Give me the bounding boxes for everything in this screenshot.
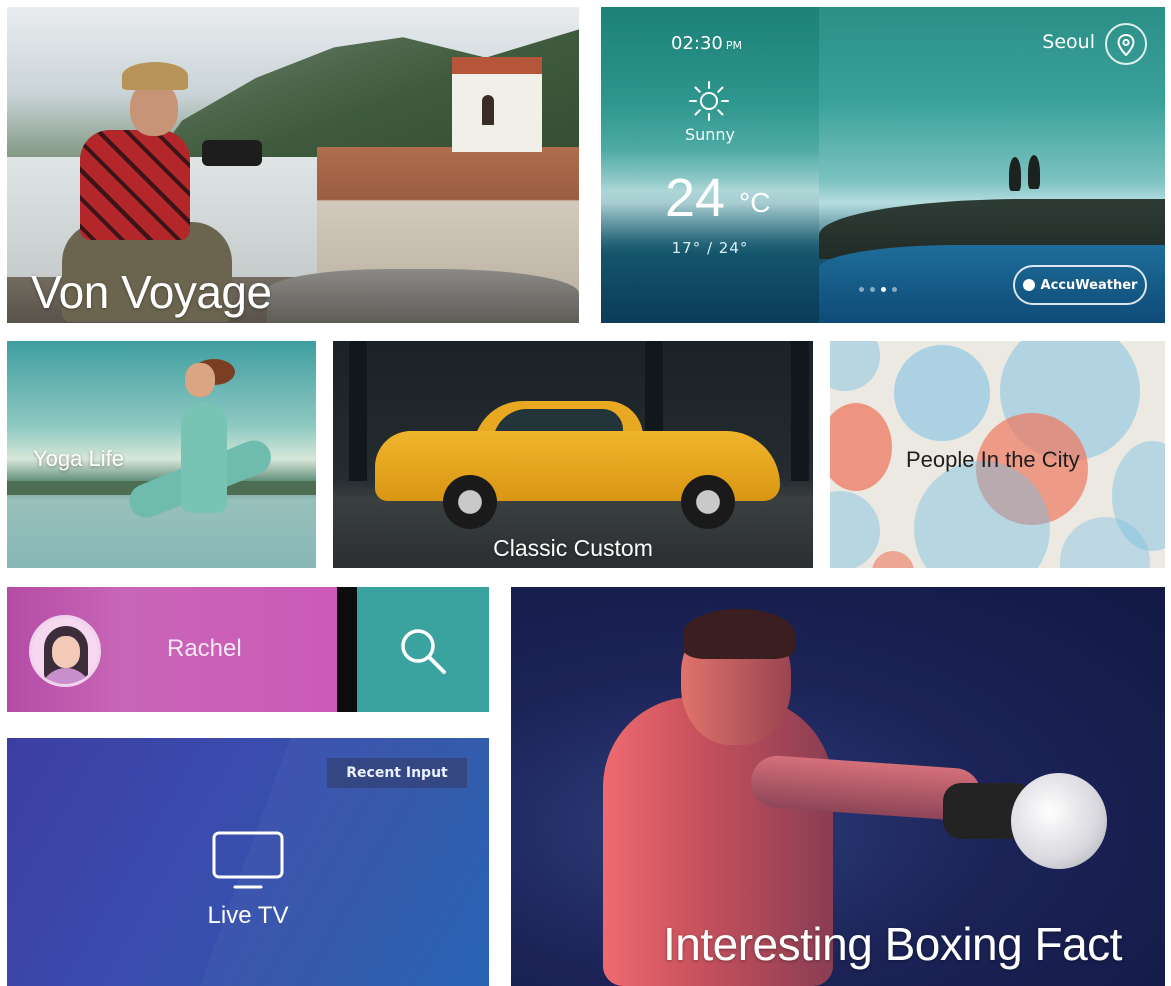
watercolor-circle bbox=[830, 403, 892, 491]
watercolor-circle bbox=[830, 341, 880, 391]
tile-title: Yoga Life bbox=[33, 446, 124, 471]
tile-title: Von Voyage bbox=[31, 266, 272, 318]
tile-title: People In the City bbox=[906, 447, 1080, 472]
tv-icon bbox=[212, 831, 284, 889]
page-dot[interactable] bbox=[859, 287, 864, 292]
pillar-backdrop bbox=[349, 341, 367, 481]
tile-title: Interesting Boxing Fact bbox=[663, 918, 1122, 970]
page-dot[interactable] bbox=[892, 287, 897, 292]
live-tv-tile[interactable]: Recent Input Live TV bbox=[7, 738, 489, 986]
sun-icon bbox=[689, 81, 729, 121]
search-icon bbox=[401, 629, 446, 674]
watercolor-circle bbox=[830, 491, 880, 568]
tile-classic-custom[interactable]: Classic Custom bbox=[333, 341, 813, 568]
temperature-unit: °C bbox=[739, 187, 771, 218]
watercolor-circle bbox=[894, 345, 990, 441]
boxing-glove bbox=[1011, 773, 1107, 869]
recent-input-badge: Recent Input bbox=[327, 758, 467, 788]
weather-widget[interactable]: 02:30 PM Sunny 24 °C 17° / 24° Seoul Accu… bbox=[601, 7, 1165, 323]
page-indicator[interactable] bbox=[859, 287, 897, 292]
page-dot[interactable] bbox=[870, 287, 875, 292]
tile-yoga-life[interactable]: Yoga Life bbox=[7, 341, 316, 568]
location-button[interactable] bbox=[1105, 23, 1147, 65]
temperature-value: 24 bbox=[665, 168, 726, 228]
accuweather-logo-icon bbox=[1022, 279, 1035, 291]
watercolor-circle bbox=[872, 551, 914, 568]
bell-tower-image bbox=[452, 57, 542, 152]
city-name: Seoul bbox=[1042, 31, 1095, 53]
yoga-woman-image bbox=[124, 359, 287, 568]
car-wheel bbox=[681, 475, 735, 529]
provider-label: AccuWeather bbox=[1040, 277, 1138, 293]
page-dot-active[interactable] bbox=[881, 287, 886, 292]
avatar-icon bbox=[29, 615, 101, 687]
tile-people-in-the-city[interactable]: People In the City bbox=[830, 341, 1165, 568]
tile-boxing[interactable]: Interesting Boxing Fact bbox=[511, 587, 1165, 986]
accuweather-button[interactable]: AccuWeather bbox=[1013, 265, 1147, 305]
temperature-range: 17° / 24° bbox=[671, 239, 749, 257]
car-wheel bbox=[443, 475, 497, 529]
boxer-hair bbox=[683, 609, 795, 659]
search-button[interactable] bbox=[357, 587, 489, 712]
tree-image bbox=[1009, 157, 1021, 191]
location-pin-icon bbox=[1117, 34, 1135, 56]
rocks-image bbox=[267, 269, 579, 323]
tile-von-voyage[interactable]: Von Voyage bbox=[7, 7, 579, 323]
live-tv-label: Live TV bbox=[207, 902, 289, 929]
tile-title: Classic Custom bbox=[493, 535, 653, 561]
pillar-backdrop bbox=[791, 341, 809, 481]
time-display: 02:30 PM bbox=[671, 33, 742, 54]
weather-condition: Sunny bbox=[684, 125, 736, 144]
divider bbox=[337, 587, 357, 712]
tree-image bbox=[1028, 155, 1040, 189]
weather-panel: 02:30 PM Sunny 24 °C 17° / 24° bbox=[601, 7, 819, 323]
user-name: Rachel bbox=[167, 635, 242, 662]
user-profile-tile[interactable]: Rachel bbox=[7, 587, 337, 712]
